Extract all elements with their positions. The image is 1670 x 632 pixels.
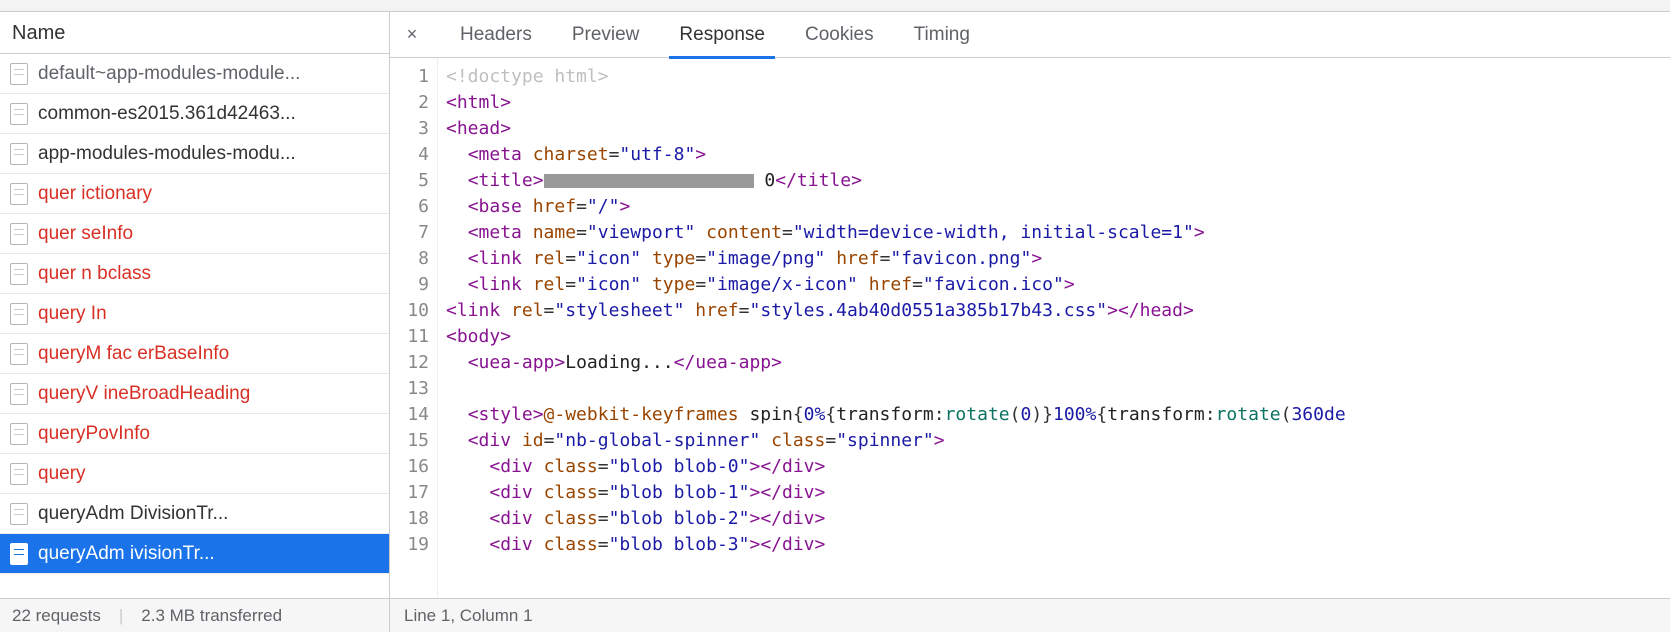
document-icon [10, 103, 28, 125]
status-bar: 22 requests | 2.3 MB transferred Line 1,… [0, 598, 1670, 632]
request-row[interactable]: queryPovInfo [0, 414, 389, 454]
response-code-viewer[interactable]: 12345678910111213141516171819 <!doctype … [390, 58, 1670, 598]
request-label: queryM fac erBaseInfo [38, 343, 229, 365]
divider: | [119, 606, 123, 626]
request-label: queryV ineBroadHeading [38, 383, 250, 405]
request-row[interactable]: common-es2015.361d42463... [0, 94, 389, 134]
request-row[interactable]: quer n bclass [0, 254, 389, 294]
document-icon [10, 543, 28, 565]
request-label: default~app-modules-module... [38, 63, 300, 85]
request-label: queryAdm DivisionTr... [38, 503, 228, 525]
detail-tab-bar: × HeadersPreviewResponseCookiesTiming [390, 12, 1670, 58]
document-icon [10, 63, 28, 85]
request-row[interactable]: queryM fac erBaseInfo [0, 334, 389, 374]
request-row[interactable]: app-modules-modules-modu... [0, 134, 389, 174]
document-icon [10, 343, 28, 365]
tab-preview[interactable]: Preview [552, 12, 660, 58]
document-icon [10, 183, 28, 205]
document-icon [10, 503, 28, 525]
request-row[interactable]: queryV ineBroadHeading [0, 374, 389, 414]
status-transferred: 2.3 MB transferred [141, 606, 282, 626]
request-label: query [38, 463, 86, 485]
code-lines[interactable]: <!doctype html><html><head> <meta charse… [438, 58, 1670, 598]
status-requests: 22 requests [12, 606, 101, 626]
document-icon [10, 383, 28, 405]
status-cursor: Line 1, Column 1 [404, 606, 533, 625]
document-icon [10, 263, 28, 285]
document-icon [10, 143, 28, 165]
tab-timing[interactable]: Timing [894, 12, 990, 58]
request-label: common-es2015.361d42463... [38, 103, 296, 125]
request-row[interactable]: quer seInfo [0, 214, 389, 254]
tab-cookies[interactable]: Cookies [785, 12, 894, 58]
request-row[interactable]: default~app-modules-module... [0, 54, 389, 94]
request-label: quer n bclass [38, 263, 151, 285]
line-gutter: 12345678910111213141516171819 [390, 58, 438, 598]
tab-headers[interactable]: Headers [440, 12, 552, 58]
request-label: app-modules-modules-modu... [38, 143, 296, 165]
close-icon[interactable]: × [398, 21, 426, 49]
request-sidebar: Name default~app-modules-module... common… [0, 12, 390, 598]
request-row[interactable]: queryAdm DivisionTr... [0, 494, 389, 534]
request-row[interactable]: queryAdm ivisionTr... [0, 534, 389, 574]
request-label: queryPovInfo [38, 423, 150, 445]
tab-response[interactable]: Response [659, 12, 785, 58]
request-label: quer seInfo [38, 223, 133, 245]
sidebar-column-header[interactable]: Name [0, 12, 389, 54]
request-label: quer ictionary [38, 183, 152, 205]
document-icon [10, 463, 28, 485]
request-list: default~app-modules-module... common-es20… [0, 54, 389, 598]
request-label: query In [38, 303, 107, 325]
toolbar-strip [0, 0, 1670, 12]
document-icon [10, 303, 28, 325]
request-row[interactable]: quer ictionary [0, 174, 389, 214]
detail-pane: × HeadersPreviewResponseCookiesTiming 12… [390, 12, 1670, 598]
document-icon [10, 223, 28, 245]
request-row[interactable]: query In [0, 294, 389, 334]
request-row[interactable]: query [0, 454, 389, 494]
request-label: queryAdm ivisionTr... [38, 543, 215, 565]
document-icon [10, 423, 28, 445]
